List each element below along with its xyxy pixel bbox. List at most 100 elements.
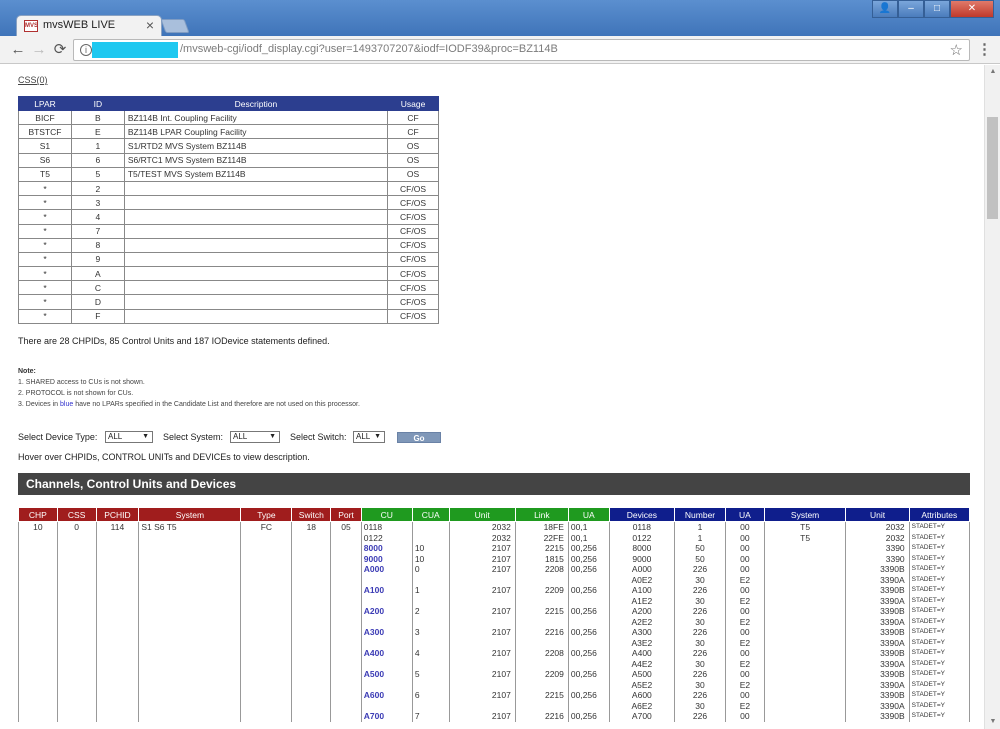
lpar-row: * 3 CF/OS <box>18 195 439 211</box>
lpar-table: LPAR ID Description Usage BICF B BZ114B In… <box>18 96 439 324</box>
switch-select[interactable]: ALL ▼ <box>353 431 385 443</box>
device-value[interactable]: A400 <box>612 648 672 659</box>
control-unit[interactable]: A600 <box>364 690 410 711</box>
device-value[interactable]: A6E2 <box>612 701 672 712</box>
lpar-cell: S1 <box>18 138 72 154</box>
scroll-thumb[interactable] <box>987 117 998 219</box>
cua-column: 10 10 0 1 2 3 4 5 6 7 <box>411 521 450 722</box>
device-value[interactable]: A700 <box>612 711 672 722</box>
control-unit[interactable]: A700 <box>364 711 410 722</box>
device-value[interactable]: A3E2 <box>612 638 672 649</box>
channel-row: 10 0 114 S1 S6 T5 FC 18 05 0118 0122 8000 9… <box>18 521 971 722</box>
device-value[interactable]: A200 <box>612 606 672 617</box>
device-ua: 00 <box>740 543 750 553</box>
window-close-button[interactable]: ✕ <box>950 0 994 18</box>
device-unit: 3390B <box>880 606 905 616</box>
device-value[interactable]: 0118 <box>612 522 672 533</box>
device-ua: E2 <box>739 658 751 669</box>
channel-col-header: CSS <box>56 507 97 522</box>
device-value[interactable]: 0122 <box>612 533 672 544</box>
device-system: T5 <box>800 532 811 543</box>
control-unit[interactable]: 0122 <box>364 533 410 544</box>
scroll-up-arrow-icon[interactable]: ▲ <box>985 65 1000 79</box>
vertical-scrollbar[interactable]: ▲ ▼ <box>984 65 1000 729</box>
control-unit[interactable]: A100 <box>364 585 410 606</box>
cua-value <box>415 522 447 533</box>
bookmark-star-icon[interactable]: ☆ <box>950 41 963 59</box>
cu-unit-value: 2107 <box>491 711 511 721</box>
lpar-cell: * <box>18 209 72 225</box>
device-value[interactable]: 9000 <box>612 554 672 565</box>
device-value[interactable]: A5E2 <box>612 680 672 691</box>
css-link[interactable]: CSS(0) <box>18 75 48 85</box>
device-value[interactable]: A2E2 <box>612 617 672 628</box>
url-text[interactable]: /mvsweb-cgi/iodf_display.cgi?user=149370… <box>180 43 558 55</box>
device-number: 30 <box>695 616 705 627</box>
switch-value: ALL <box>356 432 371 441</box>
device-unit: 3390B <box>880 564 905 574</box>
browser-menu-icon[interactable]: ⋮ <box>977 40 992 58</box>
minimize-button[interactable]: – <box>898 0 924 18</box>
device-system <box>767 627 844 638</box>
cu-ua-value: 00,256 <box>570 669 597 679</box>
description-cell: S1/RTD2 MVS System BZ114B <box>123 138 389 154</box>
device-unit: 3390A <box>880 679 905 690</box>
lpar-cell: * <box>18 180 72 197</box>
device-value[interactable]: A300 <box>612 627 672 638</box>
device-attributes: STADET=Y <box>911 544 945 551</box>
forward-arrow-icon[interactable]: → <box>29 40 49 60</box>
system-value: ALL <box>233 432 248 441</box>
cu-unit-value: 2107 <box>491 543 511 553</box>
dropdown-arrow-icon: ▼ <box>142 433 149 440</box>
description-cell <box>123 251 389 268</box>
usage-cell: CF/OS <box>387 251 439 268</box>
back-arrow-icon[interactable]: ← <box>8 40 28 60</box>
control-unit[interactable]: A400 <box>364 648 410 669</box>
device-value[interactable]: A000 <box>612 564 672 575</box>
control-unit[interactable]: 8000 <box>364 543 410 554</box>
cu-ua-value: 00,256 <box>570 585 597 595</box>
device-value[interactable]: A0E2 <box>612 575 672 586</box>
channel-col-header: UA <box>725 507 765 522</box>
control-unit[interactable]: A500 <box>364 669 410 690</box>
device-attributes: STADET=Y <box>911 596 945 604</box>
description-cell <box>123 266 389 282</box>
link-value: 2209 <box>544 585 564 595</box>
control-unit[interactable]: A200 <box>364 606 410 627</box>
user-profile-icon[interactable]: 👤 <box>872 0 898 18</box>
maximize-button[interactable]: □ <box>924 0 950 18</box>
device-attributes: STADET=Y <box>911 670 945 677</box>
lpar-cell: * <box>18 251 72 268</box>
reload-icon[interactable]: ⟳ <box>50 40 70 60</box>
device-value[interactable]: 8000 <box>612 543 672 554</box>
device-value[interactable]: A1E2 <box>612 596 672 607</box>
system-select[interactable]: ALL ▼ <box>230 431 280 443</box>
new-tab-button[interactable] <box>160 19 190 33</box>
channel-col-header: Number <box>673 507 727 522</box>
device-number: 30 <box>695 658 705 669</box>
lpar-row: T5 5 T5/TEST MVS System BZ114B OS <box>18 166 439 182</box>
pchid-cell: 114 <box>95 521 140 722</box>
device-value[interactable]: A500 <box>612 669 672 680</box>
device-value[interactable]: A100 <box>612 585 672 596</box>
link-value: 2208 <box>544 648 564 658</box>
info-icon[interactable]: i <box>80 44 92 56</box>
control-unit[interactable]: A300 <box>364 627 410 648</box>
usage-cell: CF/OS <box>387 180 439 197</box>
tab-close-icon[interactable]: × <box>146 17 154 33</box>
chp-cell[interactable]: 10 <box>18 521 58 722</box>
id-cell: 4 <box>70 209 125 225</box>
control-unit[interactable]: 9000 <box>364 554 410 565</box>
device-value[interactable]: A600 <box>612 690 672 701</box>
id-cell: 2 <box>70 180 125 197</box>
lpar-cell: * <box>18 294 72 310</box>
go-button[interactable]: Go <box>397 432 441 443</box>
control-unit[interactable]: 0118 <box>364 522 410 533</box>
control-unit[interactable]: A000 <box>364 564 410 585</box>
address-bar[interactable]: i /mvsweb-cgi/iodf_display.cgi?user=1493… <box>73 39 970 61</box>
browser-tab[interactable]: MVS mvsWEB LIVE × <box>16 15 162 36</box>
device-value[interactable]: A4E2 <box>612 659 672 670</box>
scroll-down-arrow-icon[interactable]: ▼ <box>985 715 1000 729</box>
id-cell: F <box>70 308 125 324</box>
device-type-select[interactable]: ALL ▼ <box>105 431 153 443</box>
